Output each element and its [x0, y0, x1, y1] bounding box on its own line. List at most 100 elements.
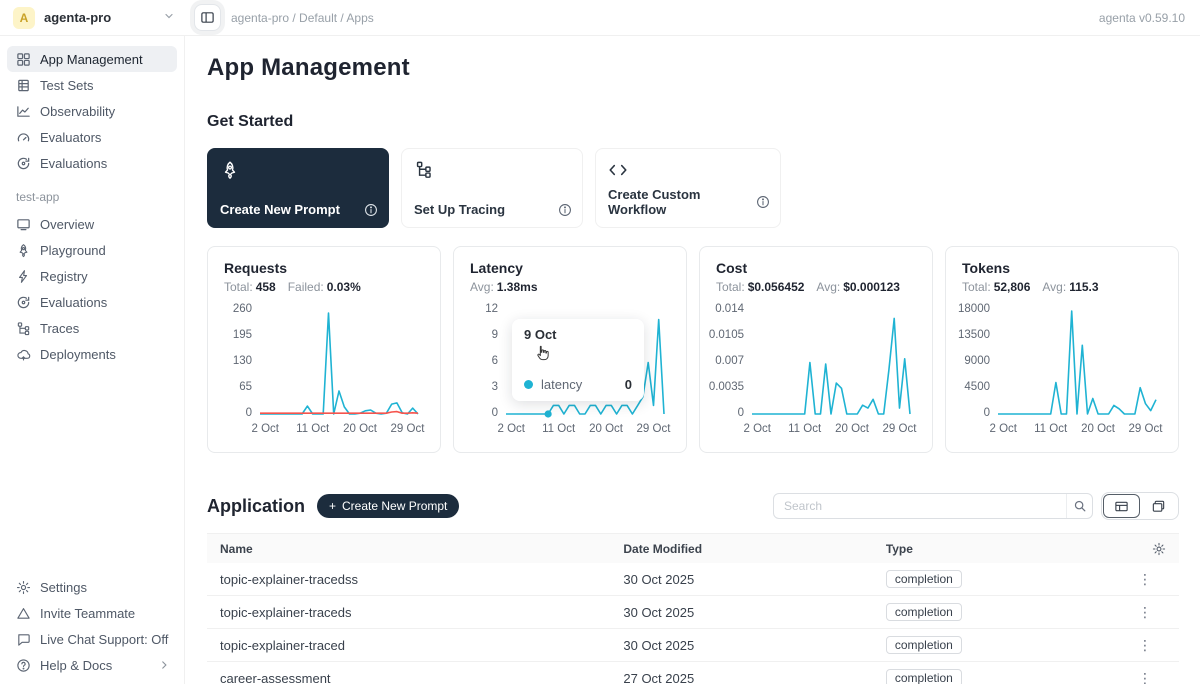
- sidebar-item-overview[interactable]: Overview: [7, 211, 177, 237]
- table-row[interactable]: topic-explainer-traced 30 Oct 2025 compl…: [207, 629, 1179, 662]
- row-menu-icon[interactable]: ⋮: [1138, 670, 1166, 684]
- sidebar-item-settings[interactable]: Settings: [7, 574, 177, 600]
- latency-tooltip: 9 Oct latency 0: [512, 319, 644, 401]
- hand-cursor-icon: [532, 343, 552, 363]
- sidebar-item-label: Registry: [40, 269, 88, 284]
- search-input[interactable]: [774, 499, 1066, 513]
- application-heading: Application: [207, 496, 305, 517]
- info-icon[interactable]: [364, 203, 378, 217]
- latency-chart-card: Latency Avg:1.38ms 129630 2 Oct11 Oct20 …: [453, 246, 687, 453]
- sidebar-item-deployments[interactable]: Deployments: [7, 341, 177, 367]
- info-icon[interactable]: [756, 195, 770, 209]
- column-header-name[interactable]: Name: [207, 542, 610, 556]
- app-name: topic-explainer-tracedss: [207, 572, 610, 587]
- cost-line-chart[interactable]: [752, 306, 910, 418]
- tokens-chart-card: Tokens Total:52,806 Avg:115.3 1800013500…: [945, 246, 1179, 453]
- type-badge: completion: [886, 603, 962, 621]
- app-type: completion: [873, 669, 1092, 684]
- rocket-icon: [15, 242, 31, 258]
- search-icon[interactable]: [1066, 494, 1092, 518]
- app-type: completion: [873, 570, 1092, 588]
- sidebar-item-evaluations[interactable]: Evaluations: [7, 150, 177, 176]
- view-toggle: [1101, 492, 1179, 520]
- cloud-icon: [15, 346, 31, 362]
- sidebar-item-label: Invite Teammate: [40, 606, 135, 621]
- search-box: [773, 493, 1093, 519]
- sidebar-item-invite-teammate[interactable]: Invite Teammate: [7, 600, 177, 626]
- app-version: agenta v0.59.10: [1099, 11, 1185, 25]
- chart-title: Requests: [224, 260, 424, 276]
- type-badge: completion: [886, 570, 962, 588]
- invite-icon: [15, 605, 31, 621]
- table-view-button[interactable]: [1103, 494, 1140, 518]
- workspace-selector[interactable]: A agenta-pro: [0, 7, 185, 29]
- table-row[interactable]: career-assessment 27 Oct 2025 completion…: [207, 662, 1179, 684]
- y-axis-labels: 0.0140.01050.0070.00350: [716, 303, 752, 419]
- sidebar-item-label: Observability: [40, 104, 115, 119]
- sidebar-item-app-management[interactable]: App Management: [7, 46, 177, 72]
- applications-table: Name Date Modified Type topic-explainer-…: [207, 533, 1179, 684]
- sidebar-item-evaluators[interactable]: Evaluators: [7, 124, 177, 150]
- table-settings-gear-icon[interactable]: [1092, 542, 1179, 556]
- date-modified: 30 Oct 2025: [610, 572, 872, 587]
- x-axis-labels: 2 Oct11 Oct20 Oct29 Oct: [260, 423, 418, 439]
- get-started-heading: Get Started: [207, 113, 1179, 131]
- chat-icon: [15, 631, 31, 647]
- set-up-tracing-card[interactable]: Set Up Tracing: [401, 148, 583, 228]
- row-menu-icon[interactable]: ⋮: [1138, 637, 1166, 654]
- sidebar-item-label: Overview: [40, 217, 94, 232]
- requests-line-chart[interactable]: [260, 306, 418, 418]
- type-badge: completion: [886, 636, 962, 654]
- date-modified: 30 Oct 2025: [610, 638, 872, 653]
- rocket-icon: [220, 160, 240, 180]
- type-badge: completion: [886, 669, 962, 684]
- sidebar-item-label: Playground: [40, 243, 106, 258]
- app-name: topic-explainer-traceds: [207, 605, 610, 620]
- sidebar-collapse-button[interactable]: [194, 4, 221, 31]
- sidebar-item-live-chat[interactable]: Live Chat Support: Off: [7, 626, 177, 652]
- chart-stats: Total:458 Failed:0.03%: [224, 280, 424, 294]
- info-icon[interactable]: [558, 203, 572, 217]
- tokens-line-chart[interactable]: [998, 306, 1156, 418]
- create-new-prompt-card[interactable]: Create New Prompt: [207, 148, 389, 228]
- sidebar-item-playground[interactable]: Playground: [7, 237, 177, 263]
- column-header-date-modified[interactable]: Date Modified: [610, 542, 872, 556]
- evaluations-icon: [15, 155, 31, 171]
- tooltip-series-label: latency: [541, 377, 582, 392]
- main-content: App Management Get Started Create New Pr…: [185, 36, 1200, 684]
- sidebar-item-test-sets[interactable]: Test Sets: [7, 72, 177, 98]
- app-type: completion: [873, 603, 1092, 621]
- table-row[interactable]: topic-explainer-traceds 30 Oct 2025 comp…: [207, 596, 1179, 629]
- requests-chart-card: Requests Total:458 Failed:0.03% 26019513…: [207, 246, 441, 453]
- sidebar-item-label: Evaluators: [40, 130, 101, 145]
- card-view-button[interactable]: [1140, 494, 1177, 518]
- create-custom-workflow-card[interactable]: Create Custom Workflow: [595, 148, 781, 228]
- create-new-prompt-button[interactable]: + Create New Prompt: [317, 494, 459, 518]
- tree-icon: [15, 320, 31, 336]
- x-axis-labels: 2 Oct11 Oct20 Oct29 Oct: [506, 423, 664, 439]
- sidebar-item-observability[interactable]: Observability: [7, 98, 177, 124]
- chevron-right-icon: [159, 658, 169, 673]
- sidebar-item-help-docs[interactable]: Help & Docs: [7, 652, 177, 678]
- metrics-charts: Requests Total:458 Failed:0.03% 26019513…: [207, 246, 1179, 453]
- sidebar-item-label: Test Sets: [40, 78, 93, 93]
- code-icon: [608, 160, 628, 180]
- application-toolbar: Application + Create New Prompt: [207, 492, 1179, 520]
- sidebar-item-registry[interactable]: Registry: [7, 263, 177, 289]
- table-row[interactable]: topic-explainer-tracedss 30 Oct 2025 com…: [207, 563, 1179, 596]
- row-menu-icon[interactable]: ⋮: [1138, 604, 1166, 621]
- column-header-type[interactable]: Type: [873, 542, 1092, 556]
- table-header: Name Date Modified Type: [207, 534, 1179, 563]
- sidebar-item-label: Settings: [40, 580, 87, 595]
- top-bar: A agenta-pro agenta-pro / Default / Apps…: [0, 0, 1200, 36]
- sidebar-item-evaluations-app[interactable]: Evaluations: [7, 289, 177, 315]
- help-icon: [15, 657, 31, 673]
- tracing-icon: [414, 160, 434, 180]
- grid-icon: [15, 51, 31, 67]
- tooltip-series-row: latency 0: [524, 377, 632, 392]
- x-axis-labels: 2 Oct11 Oct20 Oct29 Oct: [998, 423, 1156, 439]
- card-label: Set Up Tracing: [414, 202, 505, 217]
- sidebar-item-traces[interactable]: Traces: [7, 315, 177, 341]
- breadcrumb[interactable]: agenta-pro / Default / Apps: [231, 11, 374, 25]
- row-menu-icon[interactable]: ⋮: [1138, 571, 1166, 588]
